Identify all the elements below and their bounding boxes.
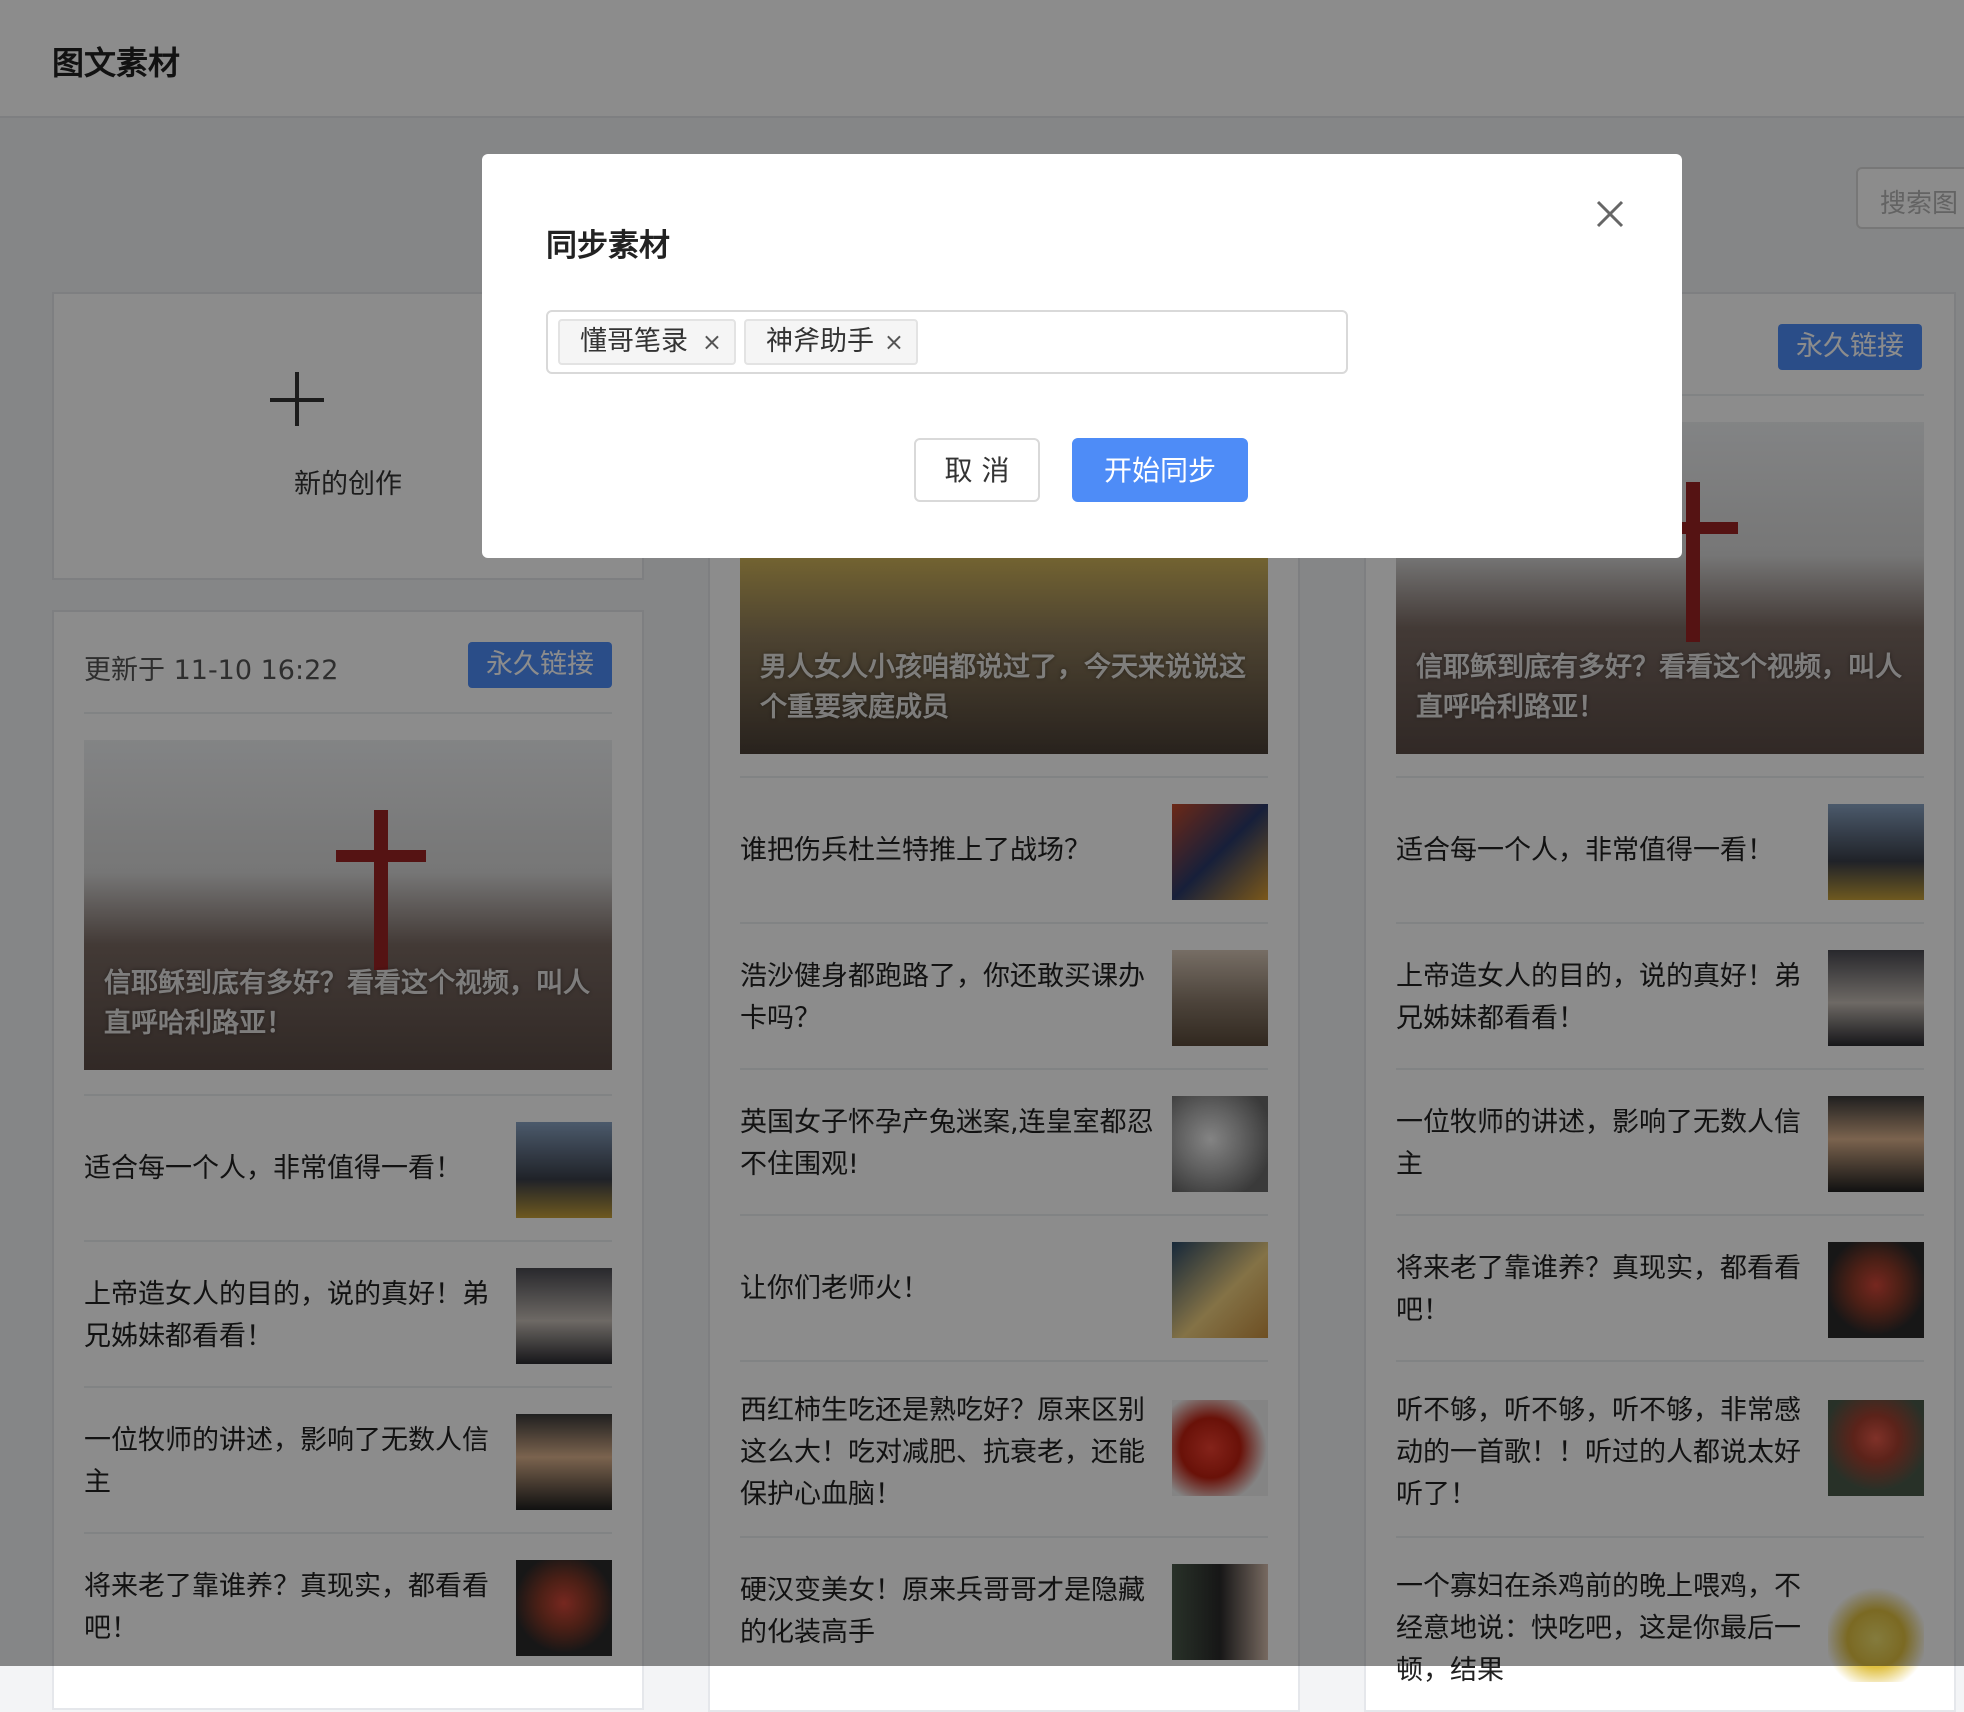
start-sync-button[interactable]: 开始同步 bbox=[1072, 438, 1248, 502]
tag-remove-icon[interactable]: × bbox=[702, 321, 722, 363]
account-tag-label: 懂哥笔录 bbox=[580, 326, 688, 357]
sync-material-dialog: 同步素材 懂哥笔录 × 神斧助手 × 取 消 开始同步 bbox=[482, 154, 1682, 558]
account-tag: 神斧助手 × bbox=[744, 319, 918, 365]
dialog-title: 同步素材 bbox=[546, 228, 670, 264]
account-tag-label: 神斧助手 bbox=[766, 326, 874, 357]
close-icon[interactable] bbox=[1590, 194, 1630, 234]
cancel-button[interactable]: 取 消 bbox=[914, 438, 1040, 502]
account-select-input[interactable]: 懂哥笔录 × 神斧助手 × bbox=[546, 310, 1348, 374]
account-tag: 懂哥笔录 × bbox=[558, 319, 736, 365]
tag-remove-icon[interactable]: × bbox=[884, 321, 904, 363]
